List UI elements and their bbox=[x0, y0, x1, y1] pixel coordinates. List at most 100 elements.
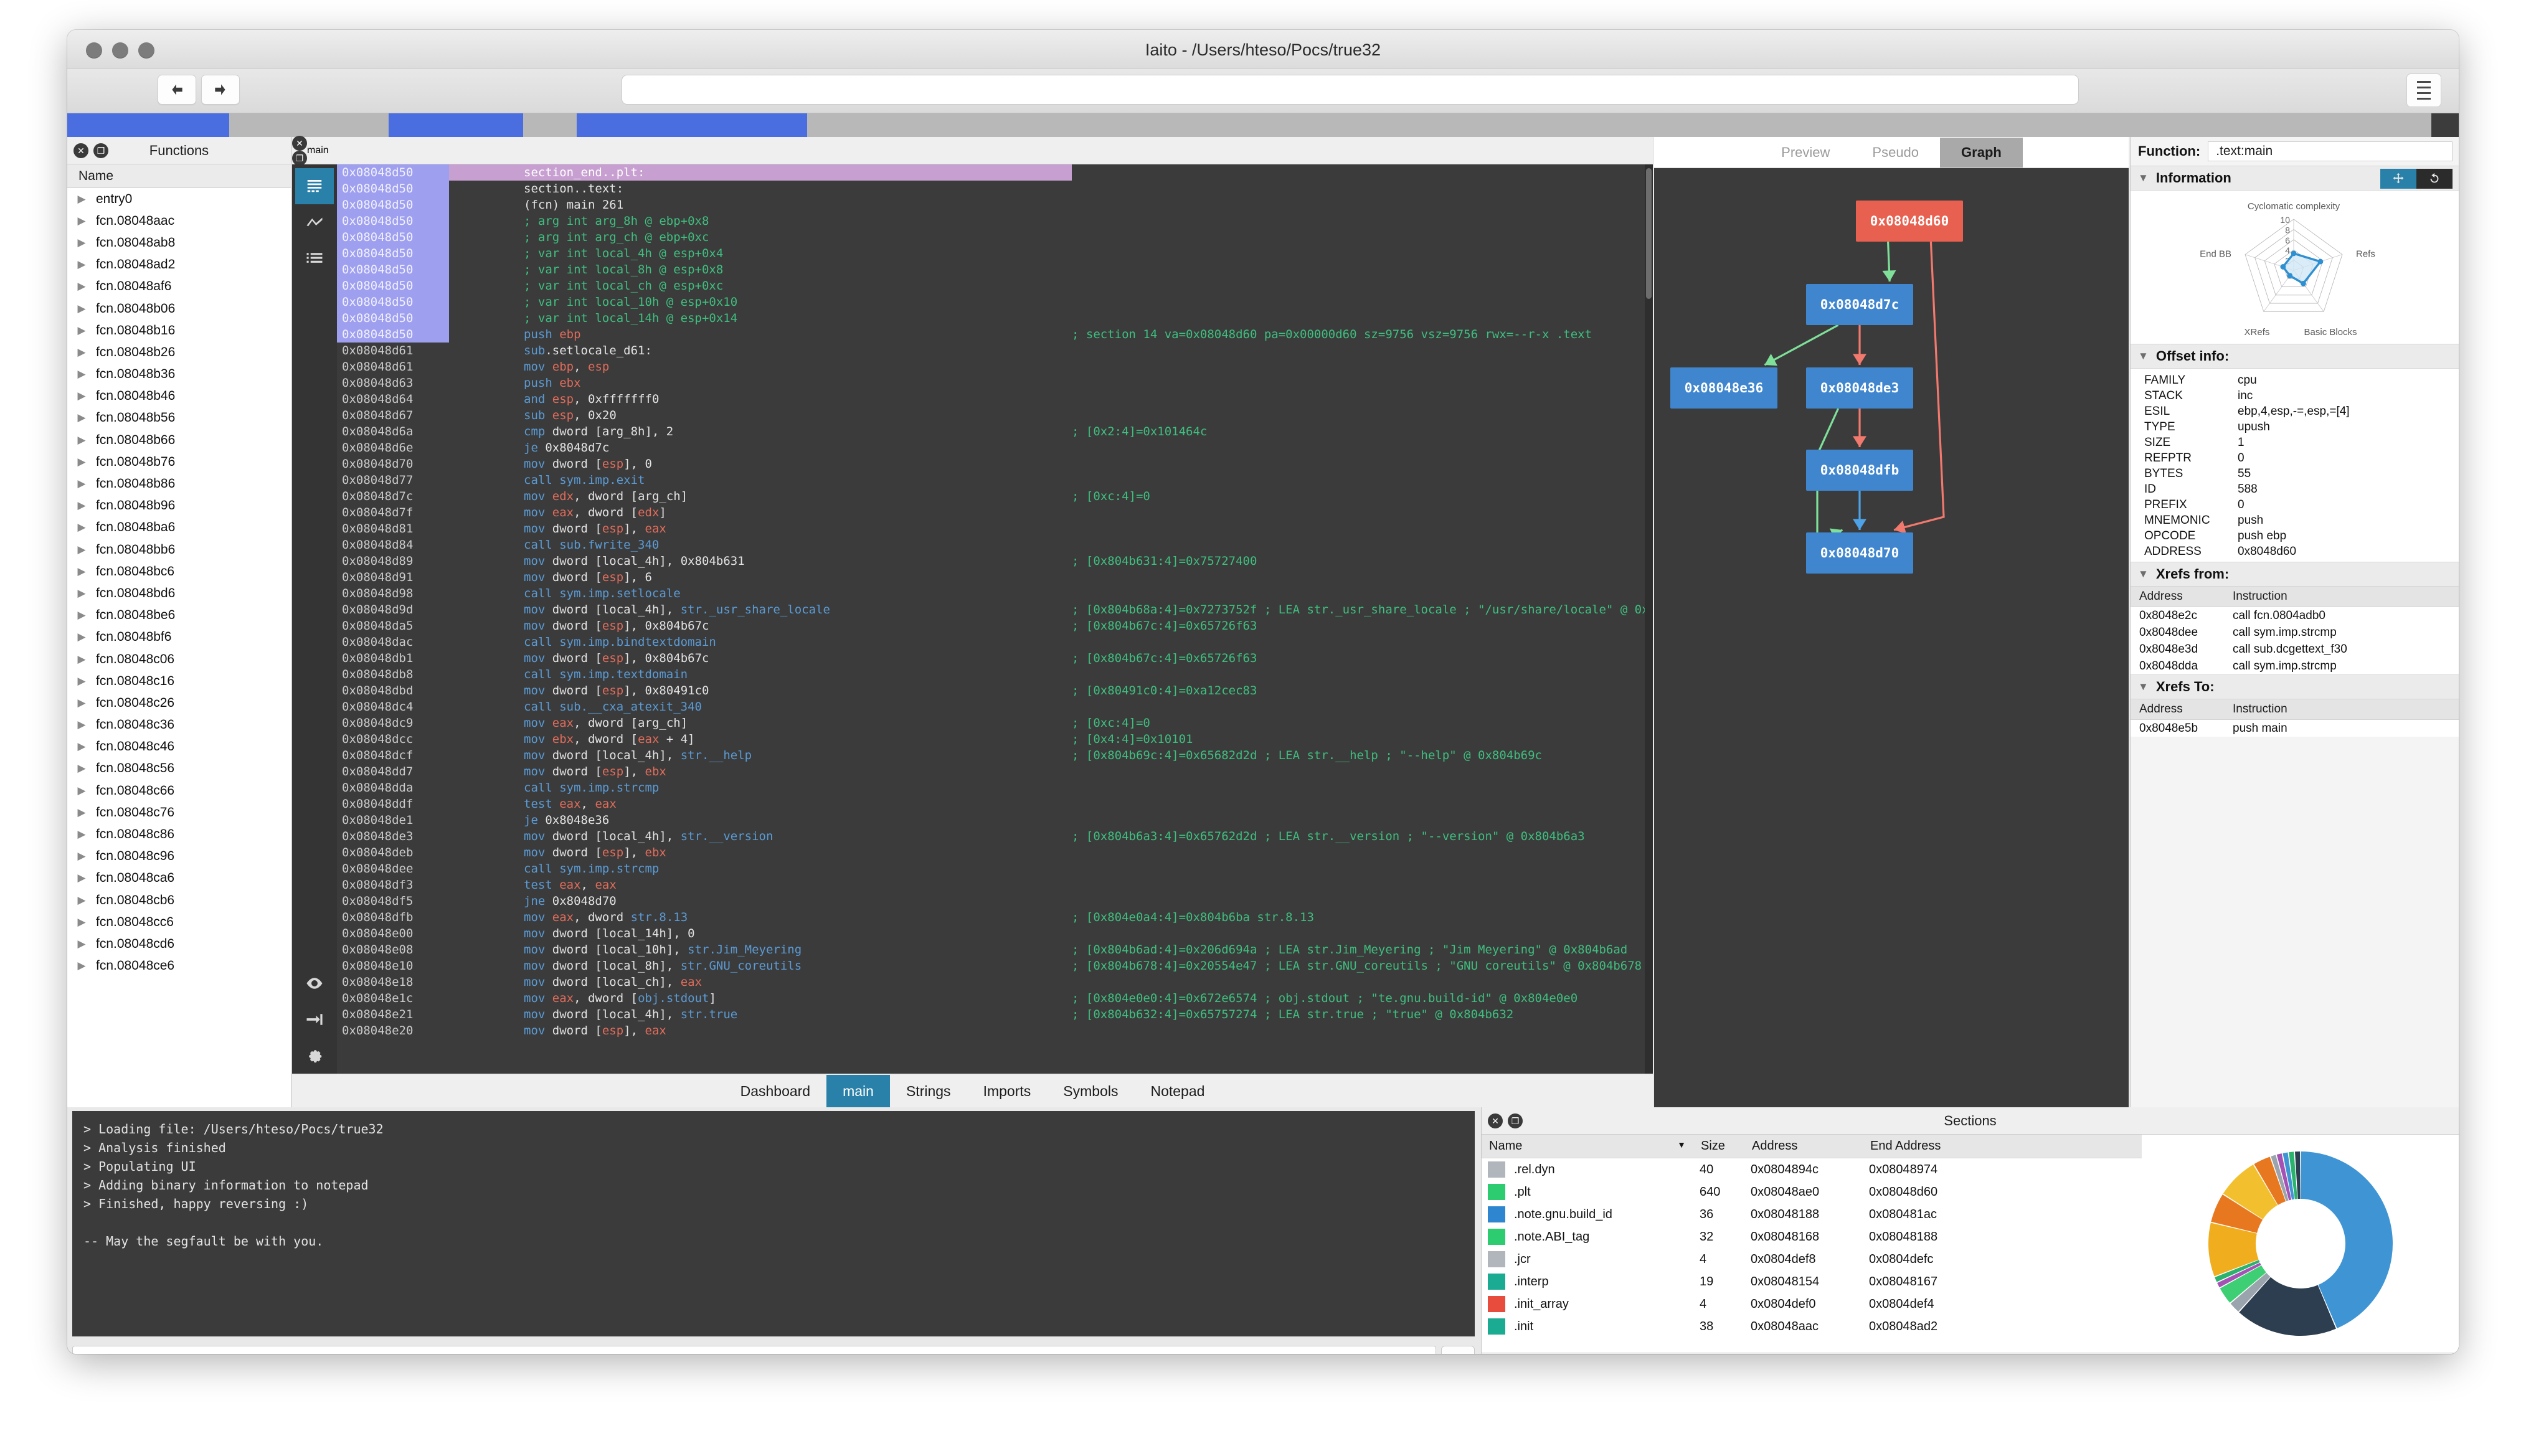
command-input[interactable]: Type "?" for help ▼ bbox=[72, 1346, 1436, 1354]
expand-triangle-icon[interactable]: ▶ bbox=[67, 653, 96, 666]
disassembly-address[interactable]: 0x08048d50 bbox=[337, 245, 449, 262]
tab-dashboard[interactable]: Dashboard bbox=[724, 1075, 827, 1107]
disassembly-address[interactable]: 0x08048ddf bbox=[337, 796, 449, 812]
graph-tab-strip[interactable]: Preview Pseudo Graph bbox=[1654, 137, 2129, 168]
graph-icon[interactable] bbox=[295, 204, 334, 240]
disassembly-line[interactable]: 0x08048deb mov dword [esp], ebx bbox=[337, 844, 1653, 861]
disassembly-address[interactable]: 0x08048d77 bbox=[337, 472, 449, 488]
functions-list[interactable]: ▶ entry0 ▶ fcn.08048aac ▶ fcn.08048ab8 ▶ fcn.08… bbox=[67, 188, 291, 1107]
xrefs-to-section-header[interactable]: ▼ Xrefs To: bbox=[2131, 674, 2459, 699]
function-list-item[interactable]: ▶ fcn.08048af6 bbox=[67, 276, 291, 298]
disassembly-line[interactable]: 0x08048d50 (fcn) main 261 bbox=[337, 197, 1653, 213]
xref-column-instruction[interactable]: Instruction bbox=[2224, 699, 2459, 719]
function-list-item[interactable]: ▶ fcn.08048c26 bbox=[67, 692, 291, 714]
xrefs-from-table[interactable]: Address Instruction 0x8048e2c call fcn.0804… bbox=[2131, 587, 2459, 674]
disassembly-address[interactable]: 0x08048e00 bbox=[337, 925, 449, 942]
disassembly-line[interactable]: 0x08048df5 jne 0x8048d70 bbox=[337, 893, 1653, 909]
disassembly-address[interactable]: 0x08048d50 bbox=[337, 197, 449, 213]
float-icon[interactable]: ❐ bbox=[93, 143, 108, 158]
tab-notepad[interactable]: Notepad bbox=[1134, 1075, 1221, 1107]
disassembly-address[interactable]: 0x08048d6a bbox=[337, 423, 449, 440]
graph-node[interactable]: 0x08048d70 bbox=[1806, 532, 1913, 574]
disassembly-address[interactable]: 0x08048d84 bbox=[337, 537, 449, 553]
disassembly-address[interactable]: 0x08048d61 bbox=[337, 359, 449, 375]
functions-column-header[interactable]: Name bbox=[67, 164, 291, 188]
expand-triangle-icon[interactable]: ▶ bbox=[67, 434, 96, 447]
expand-triangle-icon[interactable]: ▶ bbox=[67, 456, 96, 468]
function-list-item[interactable]: ▶ fcn.08048c36 bbox=[67, 714, 291, 736]
expand-triangle-icon[interactable]: ▶ bbox=[67, 828, 96, 841]
disassembly-line[interactable]: 0x08048db8 call sym.imp.textdomain bbox=[337, 666, 1653, 683]
tab-imports[interactable]: Imports bbox=[967, 1075, 1048, 1107]
disassembly-line[interactable]: 0x08048e10 mov dword [local_8h], str.GNU_… bbox=[337, 958, 1653, 974]
function-list-item[interactable]: ▶ fcn.08048ad2 bbox=[67, 254, 291, 276]
function-list-item[interactable]: ▶ fcn.08048aac bbox=[67, 210, 291, 232]
graph-node[interactable]: 0x08048e36 bbox=[1670, 367, 1777, 409]
disassembly-line[interactable]: 0x08048dc4 call sub.__cxa_atexit_340 bbox=[337, 699, 1653, 715]
disassembly-line[interactable]: 0x08048dcf mov dword [local_4h], str.__he… bbox=[337, 747, 1653, 763]
disassembly-address[interactable]: 0x08048d81 bbox=[337, 521, 449, 537]
function-list-item[interactable]: ▶ fcn.08048bc6 bbox=[67, 560, 291, 582]
sections-column-end-address[interactable]: End Address bbox=[1863, 1135, 2124, 1158]
expand-triangle-icon[interactable]: ▶ bbox=[67, 324, 96, 337]
disassembly-address[interactable]: 0x08048e08 bbox=[337, 942, 449, 958]
refresh-icon[interactable] bbox=[2416, 169, 2453, 189]
disassembly-line[interactable]: 0x08048d50 ; var int local_10h @ esp+0x10 bbox=[337, 294, 1653, 310]
expand-triangle-icon[interactable]: ▶ bbox=[67, 916, 96, 929]
disassembly-address[interactable]: 0x08048df3 bbox=[337, 877, 449, 893]
disassembly-line[interactable]: 0x08048e00 mov dword [local_14h], 0 bbox=[337, 925, 1653, 942]
disassembly-address[interactable]: 0x08048dfb bbox=[337, 909, 449, 925]
function-name-field[interactable]: .text:main bbox=[2208, 141, 2453, 161]
disassembly-line[interactable]: 0x08048d50 ; arg int arg_8h @ ebp+0x8 bbox=[337, 213, 1653, 229]
sort-descending-icon[interactable]: ▼ bbox=[1677, 1140, 1686, 1150]
disassembly-line[interactable]: 0x08048ddf test eax, eax bbox=[337, 796, 1653, 812]
function-list-item[interactable]: ▶ fcn.08048b36 bbox=[67, 364, 291, 385]
disassembly-listing[interactable]: 0x08048d50 section_end..plt: 0x08048d50 sec… bbox=[337, 164, 1653, 1074]
disassembly-line[interactable]: 0x08048de3 mov dword [local_4h], str.__ve… bbox=[337, 828, 1653, 844]
disassembly-line[interactable]: 0x08048d84 call sub.fwrite_340 bbox=[337, 537, 1653, 553]
disassembly-address[interactable]: 0x08048dd7 bbox=[337, 763, 449, 780]
disassembly-line[interactable]: 0x08048d91 mov dword [esp], 6 bbox=[337, 569, 1653, 585]
disassembly-address[interactable]: 0x08048d70 bbox=[337, 456, 449, 472]
expand-triangle-icon[interactable]: ▶ bbox=[67, 193, 96, 206]
disassembly-line[interactable]: 0x08048d89 mov dword [local_4h], 0x804b63… bbox=[337, 553, 1653, 569]
expand-triangle-icon[interactable]: ▶ bbox=[67, 872, 96, 884]
function-list-item[interactable]: ▶ fcn.08048bb6 bbox=[67, 539, 291, 560]
hexdump-icon[interactable] bbox=[295, 240, 334, 277]
function-list-item[interactable]: ▶ fcn.08048b76 bbox=[67, 451, 291, 473]
disassembly-address[interactable]: 0x08048d98 bbox=[337, 585, 449, 602]
disassembly-line[interactable]: 0x08048dcc mov ebx, dword [eax + 4] ; [0x4… bbox=[337, 731, 1653, 747]
expand-triangle-icon[interactable]: ▶ bbox=[67, 719, 96, 731]
offset-info-section-header[interactable]: ▼ Offset info: bbox=[2131, 344, 2459, 369]
disassembly-line[interactable]: 0x08048d6a cmp dword [arg_8h], 2 ; [0x2:4]… bbox=[337, 423, 1653, 440]
xref-row[interactable]: 0x8048e5b push main bbox=[2131, 720, 2459, 737]
expand-triangle-icon[interactable]: ▶ bbox=[67, 850, 96, 863]
expand-triangle-icon[interactable]: ▶ bbox=[67, 478, 96, 490]
disassembly-address[interactable]: 0x08048df5 bbox=[337, 893, 449, 909]
sections-column-size[interactable]: Size bbox=[1693, 1135, 1744, 1158]
disassembly-line[interactable]: 0x08048e20 mov dword [esp], eax bbox=[337, 1023, 1653, 1039]
disassembly-line[interactable]: 0x08048d67 sub esp, 0x20 bbox=[337, 407, 1653, 423]
disassembly-line[interactable]: 0x08048dc9 mov eax, dword [arg_ch] ; [0xc:… bbox=[337, 715, 1653, 731]
close-icon[interactable]: ✕ bbox=[73, 143, 88, 158]
disassembly-address[interactable]: 0x08048db1 bbox=[337, 650, 449, 666]
disassembly-address[interactable]: 0x08048e21 bbox=[337, 1006, 449, 1023]
disassembly-address[interactable]: 0x08048d91 bbox=[337, 569, 449, 585]
close-icon[interactable]: ✕ bbox=[1488, 1113, 1503, 1128]
disassembly-line[interactable]: 0x08048d61 sub.setlocale_d61: bbox=[337, 343, 1653, 359]
disassembly-line[interactable]: 0x08048d70 mov dword [esp], 0 bbox=[337, 456, 1653, 472]
function-list-item[interactable]: ▶ fcn.08048c96 bbox=[67, 846, 291, 867]
disassembly-line[interactable]: 0x08048d50 ; var int local_ch @ esp+0xc bbox=[337, 278, 1653, 294]
tab-main[interactable]: main bbox=[826, 1074, 890, 1107]
disassembly-line[interactable]: 0x08048d61 mov ebp, esp bbox=[337, 359, 1653, 375]
disassembly-address[interactable]: 0x08048d63 bbox=[337, 375, 449, 391]
function-list-item[interactable]: ▶ fcn.08048b66 bbox=[67, 429, 291, 451]
function-list-item[interactable]: ▶ fcn.08048c16 bbox=[67, 670, 291, 692]
disassembly-line[interactable]: 0x08048d63 push ebx bbox=[337, 375, 1653, 391]
sections-column-name[interactable]: Name ▼ bbox=[1482, 1135, 1693, 1158]
disassembly-address[interactable]: 0x08048d50 bbox=[337, 278, 449, 294]
disassembly-address[interactable]: 0x08048e10 bbox=[337, 958, 449, 974]
disassembly-line[interactable]: 0x08048df3 test eax, eax bbox=[337, 877, 1653, 893]
disassembly-line[interactable]: 0x08048d98 call sym.imp.setlocale bbox=[337, 585, 1653, 602]
function-list-item[interactable]: ▶ fcn.08048cc6 bbox=[67, 911, 291, 933]
